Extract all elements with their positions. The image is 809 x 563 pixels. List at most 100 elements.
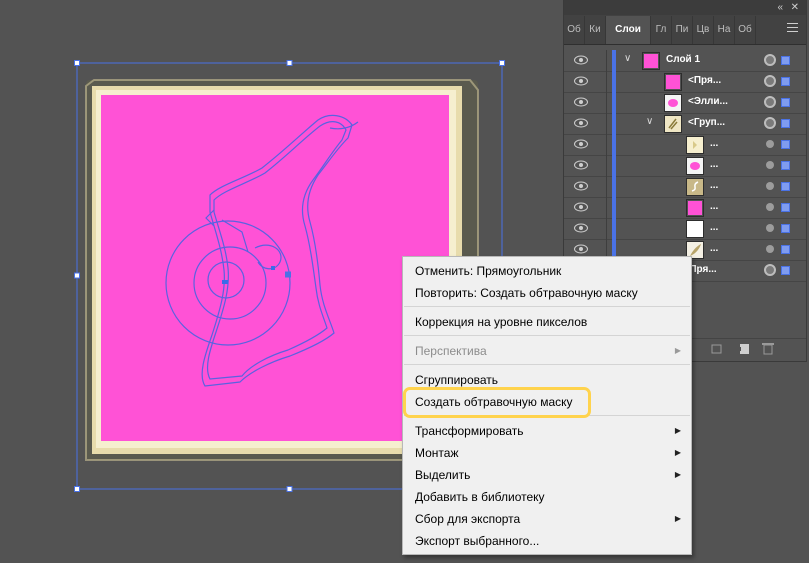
- layer-color-bar: [612, 113, 616, 134]
- layer-name[interactable]: ...: [710, 201, 718, 212]
- target-circle-icon[interactable]: [766, 182, 774, 190]
- tab-5[interactable]: Цв: [693, 16, 714, 44]
- target-circle-icon[interactable]: [764, 96, 776, 108]
- layer-name[interactable]: ...: [710, 138, 718, 149]
- layer-name[interactable]: <Груп...: [688, 117, 725, 128]
- menu-item[interactable]: Сбор для экспорта ▶: [415, 509, 683, 529]
- close-panel-icon[interactable]: ✕: [791, 0, 799, 15]
- menu-item[interactable]: Трансформировать ▶: [415, 421, 683, 441]
- menu-item[interactable]: Добавить в библиотеку: [415, 487, 683, 507]
- layer-thumbnail: [686, 220, 704, 238]
- lock-column[interactable]: [606, 197, 607, 218]
- selection-indicator[interactable]: [781, 266, 790, 275]
- tab-1[interactable]: Ки: [585, 16, 606, 44]
- chevron-down-icon[interactable]: ∨: [624, 53, 631, 64]
- eye-icon[interactable]: [574, 97, 588, 107]
- target-circle-icon[interactable]: [766, 224, 774, 232]
- layer-row[interactable]: <Пря...: [564, 71, 806, 93]
- menu-item-label: Отменить: Прямоугольник: [415, 264, 562, 278]
- eye-icon[interactable]: [574, 160, 588, 170]
- layer-row[interactable]: ∨ Слой 1: [564, 50, 806, 72]
- eye-icon[interactable]: [574, 202, 588, 212]
- selection-indicator[interactable]: [781, 77, 790, 86]
- menu-item[interactable]: Отменить: Прямоугольник: [415, 261, 683, 281]
- menu-item-label: Добавить в библиотеку: [415, 490, 545, 504]
- layer-name[interactable]: <Пря...: [688, 75, 721, 86]
- layer-color-bar: [612, 155, 616, 176]
- target-circle-icon[interactable]: [766, 203, 774, 211]
- target-circle-icon[interactable]: [766, 140, 774, 148]
- menu-separator: [404, 364, 690, 365]
- tab-6[interactable]: На: [714, 16, 735, 44]
- target-circle-icon[interactable]: [766, 161, 774, 169]
- layer-name[interactable]: ...: [710, 222, 718, 233]
- layer-row[interactable]: ...: [564, 155, 806, 177]
- lock-column[interactable]: [606, 50, 607, 71]
- menu-item[interactable]: Монтаж ▶: [415, 443, 683, 463]
- layer-name[interactable]: ...: [710, 243, 718, 254]
- layer-name[interactable]: ...: [710, 159, 718, 170]
- menu-item[interactable]: Коррекция на уровне пикселов: [415, 312, 683, 332]
- selection-indicator[interactable]: [781, 182, 790, 191]
- eye-icon[interactable]: [574, 223, 588, 233]
- tab-layers[interactable]: Слои: [606, 16, 651, 44]
- menu-item[interactable]: Экспорт выбранного...: [415, 531, 683, 551]
- new-layer-icon[interactable]: [737, 344, 749, 354]
- lock-column[interactable]: [606, 71, 607, 92]
- tab-4[interactable]: Пи: [672, 16, 693, 44]
- lock-column[interactable]: [606, 113, 607, 134]
- menu-item[interactable]: Повторить: Создать обтравочную маску: [415, 283, 683, 303]
- eye-icon[interactable]: [574, 76, 588, 86]
- target-circle-icon[interactable]: [764, 75, 776, 87]
- target-circle-icon[interactable]: [766, 245, 774, 253]
- layer-color-bar: [612, 218, 616, 239]
- trash-icon[interactable]: [762, 343, 774, 355]
- lock-column[interactable]: [606, 218, 607, 239]
- layer-name[interactable]: ...: [710, 180, 718, 191]
- layer-name[interactable]: Слой 1: [666, 54, 700, 65]
- layer-row[interactable]: ...: [564, 176, 806, 198]
- selection-indicator[interactable]: [781, 245, 790, 254]
- lock-column[interactable]: [606, 176, 607, 197]
- layer-row[interactable]: ...: [564, 197, 806, 219]
- selection-indicator[interactable]: [781, 203, 790, 212]
- chevron-down-icon[interactable]: ∨: [646, 116, 653, 127]
- menu-item-label: Повторить: Создать обтравочную маску: [415, 286, 638, 300]
- eye-icon[interactable]: [574, 118, 588, 128]
- selection-indicator[interactable]: [781, 161, 790, 170]
- eye-icon[interactable]: [574, 244, 588, 254]
- collapse-panel-icon[interactable]: «: [777, 0, 783, 15]
- selection-indicator[interactable]: [781, 224, 790, 233]
- layer-thumbnail: [642, 52, 660, 70]
- target-circle-icon[interactable]: [764, 117, 776, 129]
- menu-item: Перспектива ▶: [415, 341, 683, 361]
- new-sublayer-icon[interactable]: [711, 344, 722, 354]
- layer-row[interactable]: <Элли...: [564, 92, 806, 114]
- layer-color-bar: [612, 50, 616, 71]
- submenu-arrow-icon: ▶: [674, 514, 681, 523]
- layer-row[interactable]: ...: [564, 218, 806, 240]
- lock-column[interactable]: [606, 155, 607, 176]
- lock-column[interactable]: [606, 92, 607, 113]
- selection-indicator[interactable]: [781, 56, 790, 65]
- menu-item[interactable]: Выделить ▶: [415, 465, 683, 485]
- tab-3[interactable]: Гл: [651, 16, 672, 44]
- target-circle-icon[interactable]: [764, 264, 776, 276]
- eye-icon[interactable]: [574, 181, 588, 191]
- selection-indicator[interactable]: [781, 119, 790, 128]
- selection-indicator[interactable]: [781, 140, 790, 149]
- selection-indicator[interactable]: [781, 98, 790, 107]
- panel-menu-icon[interactable]: [787, 23, 798, 35]
- target-circle-icon[interactable]: [764, 54, 776, 66]
- panel-title-bar[interactable]: « ✕: [564, 0, 806, 15]
- tab-7[interactable]: Об: [735, 16, 756, 44]
- eye-icon[interactable]: [574, 55, 588, 65]
- menu-item-label: Выделить: [415, 468, 471, 482]
- layer-row[interactable]: ...: [564, 134, 806, 156]
- menu-item-label: Сбор для экспорта: [415, 512, 521, 526]
- tab-0[interactable]: Об: [564, 16, 585, 44]
- lock-column[interactable]: [606, 134, 607, 155]
- layer-name[interactable]: <Элли...: [688, 96, 728, 107]
- layer-row[interactable]: ∨ <Груп...: [564, 113, 806, 135]
- eye-icon[interactable]: [574, 139, 588, 149]
